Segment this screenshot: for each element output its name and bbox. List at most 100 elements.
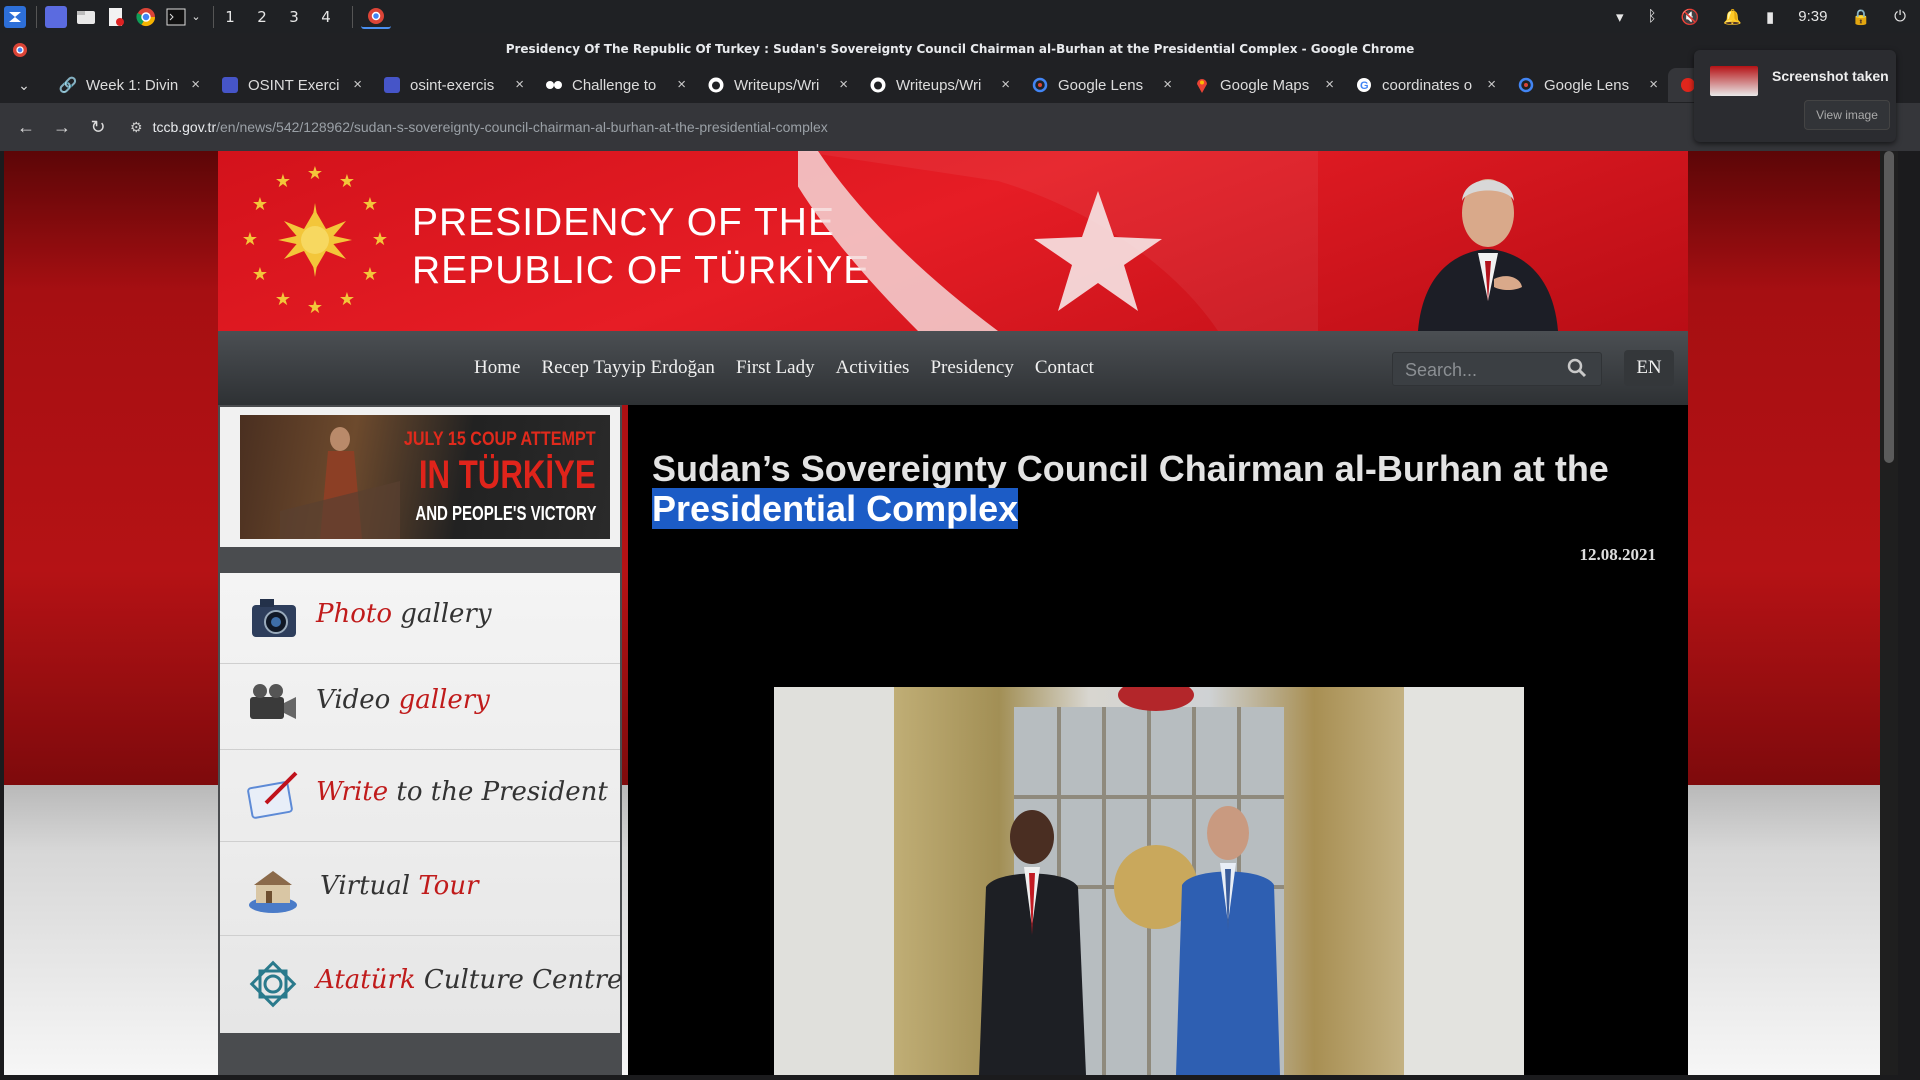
chevron-down-icon[interactable]: ⌄ (189, 6, 203, 28)
site-header: ★ ★ ★ ★ ★ ★ ★ ★ ★ ★ ★ ★ PRESIDENCY OF THE REPUBLI… (218, 151, 1688, 331)
workspace-2[interactable]: 2 (246, 8, 278, 26)
article-title: Sudan’s Sovereignty Council Chairman al-… (652, 449, 1652, 529)
presidential-seal-icon[interactable]: ★ ★ ★ ★ ★ ★ ★ ★ ★ ★ ★ ★ (240, 165, 390, 315)
close-icon[interactable]: × (677, 76, 686, 93)
osint-icon (384, 77, 400, 93)
clock[interactable]: 9:39 (1798, 8, 1827, 25)
url-host: tccb.gov.tr (152, 119, 217, 135)
search-icon[interactable] (1567, 358, 1587, 383)
reload-icon[interactable]: ↻ (80, 117, 116, 138)
browser-title-bar: Presidency Of The Republic Of Turkey : S… (0, 33, 1920, 67)
workspace-3[interactable]: 3 (278, 8, 310, 26)
url-field[interactable]: ⚙ tccb.gov.tr/en/news/542/128962/sudan-s… (130, 119, 828, 136)
close-icon[interactable]: × (839, 76, 848, 93)
close-icon[interactable]: × (1325, 76, 1334, 93)
close-icon[interactable]: × (1163, 76, 1172, 93)
scrollbar-thumb[interactable] (1884, 151, 1894, 463)
video-camera-icon (246, 677, 300, 731)
power-icon[interactable]: ⏻ (1894, 8, 1906, 25)
document-viewer-icon[interactable] (105, 6, 127, 28)
tab-label: Writeups/Wri (734, 76, 820, 94)
close-icon[interactable]: × (1649, 76, 1658, 93)
letter-pen-icon (246, 769, 300, 823)
notification-title: Screenshot taken (1772, 68, 1889, 84)
link-text: Video gallery (316, 685, 490, 715)
svg-text:★: ★ (252, 194, 268, 215)
volume-muted-icon[interactable]: 🔇 (1681, 8, 1700, 26)
nav-item-presidency[interactable]: Presidency (930, 357, 1013, 379)
page-scrollbar[interactable] (1880, 151, 1898, 1075)
coup-attempt-banner[interactable]: JULY 15 COUP ATTEMPT IN TÜRKİYE AND PEOP… (220, 407, 620, 547)
link-text: Virtual Tour (320, 871, 479, 901)
nav-item-home[interactable]: Home (474, 357, 520, 379)
tab[interactable]: Gcoordinates o × (1344, 68, 1506, 102)
close-icon[interactable]: × (353, 76, 362, 93)
tab-label: OSINT Exerci (248, 76, 340, 94)
nav-item-activities[interactable]: Activities (836, 357, 910, 379)
wifi-icon[interactable]: ▾ (1616, 8, 1624, 26)
tab-search-button[interactable]: ⌄ (0, 77, 48, 94)
site-info-icon[interactable]: ⚙ (130, 119, 143, 136)
terminal-icon[interactable] (165, 6, 187, 28)
tab-label: Google Lens (1058, 76, 1144, 94)
battery-icon[interactable]: ▮ (1766, 8, 1774, 26)
tab[interactable]: Google Lens × (1020, 68, 1182, 102)
google-lens-icon (1518, 77, 1534, 93)
view-image-button[interactable]: View image (1804, 100, 1890, 130)
video-gallery-link[interactable]: Video gallery (220, 659, 620, 750)
link-icon: 🔗 (58, 77, 78, 94)
search-input[interactable] (1403, 357, 1557, 383)
tab[interactable]: 🔗 Week 1: Divin × (48, 68, 210, 102)
nav-item-contact[interactable]: Contact (1035, 357, 1094, 379)
title-selected-text[interactable]: Presidential Complex (652, 488, 1019, 529)
close-icon[interactable]: × (1001, 76, 1010, 93)
link-text: Write to the President (316, 777, 608, 807)
tab[interactable]: Writeups/Wri × (858, 68, 1020, 102)
language-selector[interactable]: EN (1624, 350, 1674, 386)
tab[interactable]: osint-exercis × (372, 68, 534, 102)
svg-text:★: ★ (339, 171, 355, 192)
file-manager-icon[interactable] (75, 6, 97, 28)
tab[interactable]: Writeups/Wri × (696, 68, 858, 102)
close-icon[interactable]: × (1487, 76, 1496, 93)
tab[interactable]: Google Lens × (1506, 68, 1668, 102)
chrome-window-icon[interactable] (361, 5, 391, 29)
tab-label: osint-exercis (410, 76, 495, 94)
link-text: Atatürk Culture Centre (316, 965, 623, 995)
chrome-icon[interactable] (135, 6, 157, 28)
virtual-tour-link[interactable]: Virtual Tour (220, 845, 620, 936)
article-photo[interactable] (774, 687, 1524, 1075)
desktop-icon[interactable] (45, 5, 67, 28)
back-icon[interactable]: ← (8, 117, 44, 138)
tab[interactable]: OSINT Exerci × (210, 68, 372, 102)
write-to-president-link[interactable]: Write to the President (220, 751, 620, 842)
challenge-icon (546, 77, 562, 93)
google-maps-icon (1194, 77, 1210, 93)
close-icon[interactable]: × (515, 76, 524, 93)
forward-icon[interactable]: → (44, 117, 80, 138)
system-tray: ▾ ᛒ 🔇 🔔 ▮ 9:39 🔒 ⏻ (1616, 0, 1920, 33)
app-launcher-icon[interactable] (4, 5, 26, 28)
svg-text:★: ★ (372, 229, 388, 250)
web-page: ★ ★ ★ ★ ★ ★ ★ ★ ★ ★ ★ ★ PRESIDENCY OF THE REPUBLI… (4, 151, 1898, 1075)
screenshot-thumbnail[interactable] (1710, 66, 1758, 96)
tab[interactable]: Challenge to × (534, 68, 696, 102)
banner-image: JULY 15 COUP ATTEMPT IN TÜRKİYE AND PEOP… (240, 415, 610, 539)
osint-icon (222, 77, 238, 93)
ataturk-culture-centre-link[interactable]: Atatürk Culture Centre (220, 939, 623, 1029)
banner-line-3: AND PEOPLE'S VICTORY (414, 503, 596, 525)
tab[interactable]: Google Maps × (1182, 68, 1344, 102)
close-icon[interactable]: × (191, 76, 200, 93)
os-taskbar: ⌄ 1 2 3 4 ▾ ᛒ 🔇 🔔 ▮ 9:39 🔒 ⏻ (0, 0, 1920, 34)
bluetooth-icon[interactable]: ᛒ (1648, 8, 1657, 25)
banner-line-2: IN TÜRKİYE (419, 453, 596, 497)
workspace-1[interactable]: 1 (214, 8, 246, 26)
lock-icon[interactable]: 🔒 (1851, 8, 1870, 26)
notification-bell-icon[interactable]: 🔔 (1723, 8, 1742, 26)
nav-item-erdogan[interactable]: Recep Tayyip Erdoğan (541, 357, 715, 379)
photo-gallery-link[interactable]: Photo gallery (220, 573, 620, 664)
camera-icon (246, 591, 300, 645)
workspace-4[interactable]: 4 (310, 8, 342, 26)
link-text: Photo gallery (316, 599, 492, 629)
nav-item-first-lady[interactable]: First Lady (736, 357, 815, 379)
